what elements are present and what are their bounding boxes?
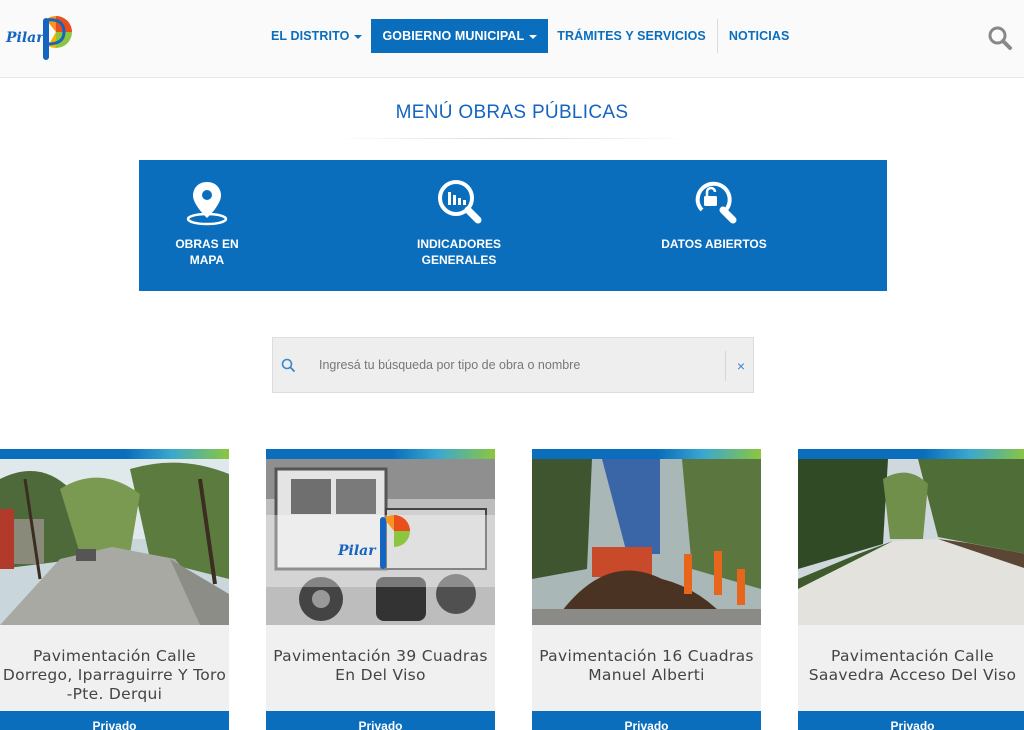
chart-magnifier-icon <box>438 180 482 224</box>
nav-label: GOBIERNO MUNICIPAL <box>382 29 525 43</box>
card-accent-bar <box>0 449 229 459</box>
menu-label: INDICADORES GENERALES <box>416 237 501 267</box>
clear-search-button[interactable]: × <box>729 352 753 380</box>
nav-noticias[interactable]: NOTICIAS <box>720 19 799 53</box>
obras-menu: OBRAS EN MAPA INDICADORES GENERALES DATO… <box>139 160 887 291</box>
card-status-button[interactable]: Privado <box>266 711 495 730</box>
site-header: Pilar EL DISTRITO GOBIERNO MUNICIPAL TRÁ… <box>0 0 1024 78</box>
nav-label: TRÁMITES Y SERVICIOS <box>557 29 706 43</box>
card-status-button[interactable]: Privado <box>0 711 229 730</box>
search-icon[interactable] <box>986 24 1014 52</box>
open-lock-magnifier-icon <box>695 181 737 224</box>
svg-text:Pilar: Pilar <box>337 543 377 559</box>
card-title: Pavimentación Calle Dorrego, Iparraguirr… <box>2 647 227 703</box>
obra-card[interactable]: Pavimentación Calle Saavedra Acceso Del … <box>798 449 1024 730</box>
page-title: MENÚ OBRAS PÚBLICAS <box>395 102 629 123</box>
card-accent-bar <box>532 449 761 459</box>
obra-card[interactable]: Pilar Pavimentación 39 Cuadras En Del Vi… <box>266 449 495 730</box>
card-accent-bar <box>798 449 1024 459</box>
menu-indicadores-generales[interactable]: INDICADORES GENERALES <box>379 178 539 268</box>
menu-label: OBRAS EN MAPA <box>175 237 239 267</box>
card-title: Pavimentación 16 Cuadras Manuel Alberti <box>539 647 754 684</box>
nav-tramites-servicios[interactable]: TRÁMITES Y SERVICIOS <box>548 19 715 53</box>
menu-label: DATOS ABIERTOS <box>661 237 767 251</box>
nav-gobierno-municipal[interactable]: GOBIERNO MUNICIPAL <box>371 19 549 53</box>
card-photo-dump-truck <box>532 459 761 625</box>
card-photo-street <box>0 459 229 625</box>
nav-divider <box>716 19 718 53</box>
search-icon[interactable] <box>279 356 299 376</box>
title-divider <box>332 138 692 139</box>
main-nav: EL DISTRITO GOBIERNO MUNICIPAL TRÁMITES … <box>262 19 798 53</box>
obra-card[interactable]: Pavimentación Calle Dorrego, Iparraguirr… <box>0 449 229 730</box>
card-status-button[interactable]: Privado <box>798 711 1024 730</box>
pilar-logo[interactable]: Pilar <box>6 12 78 62</box>
search-input[interactable] <box>307 348 723 382</box>
nav-label: NOTICIAS <box>728 29 790 43</box>
card-status-button[interactable]: Privado <box>532 711 761 730</box>
card-accent-bar <box>266 449 495 459</box>
map-pin-icon <box>186 182 228 226</box>
caret-down-icon <box>529 34 538 39</box>
menu-obras-en-mapa[interactable]: OBRAS EN MAPA <box>127 178 287 268</box>
caret-down-icon <box>354 34 363 39</box>
card-title: Pavimentación 39 Cuadras En Del Viso <box>273 647 488 684</box>
pilar-p-logo-icon <box>43 15 72 60</box>
search-divider <box>725 351 726 381</box>
nav-label: EL DISTRITO <box>271 29 350 43</box>
obras-search-bar: × <box>272 337 754 393</box>
nav-el-distrito[interactable]: EL DISTRITO <box>262 19 371 53</box>
card-photo-dirt-road <box>798 459 1024 625</box>
card-title: Pavimentación Calle Saavedra Acceso Del … <box>808 647 1017 684</box>
obra-card[interactable]: Pavimentación 16 Cuadras Manuel Alberti … <box>532 449 761 730</box>
menu-datos-abiertos[interactable]: DATOS ABIERTOS <box>634 178 794 252</box>
card-photo-roller: Pilar <box>266 459 495 625</box>
